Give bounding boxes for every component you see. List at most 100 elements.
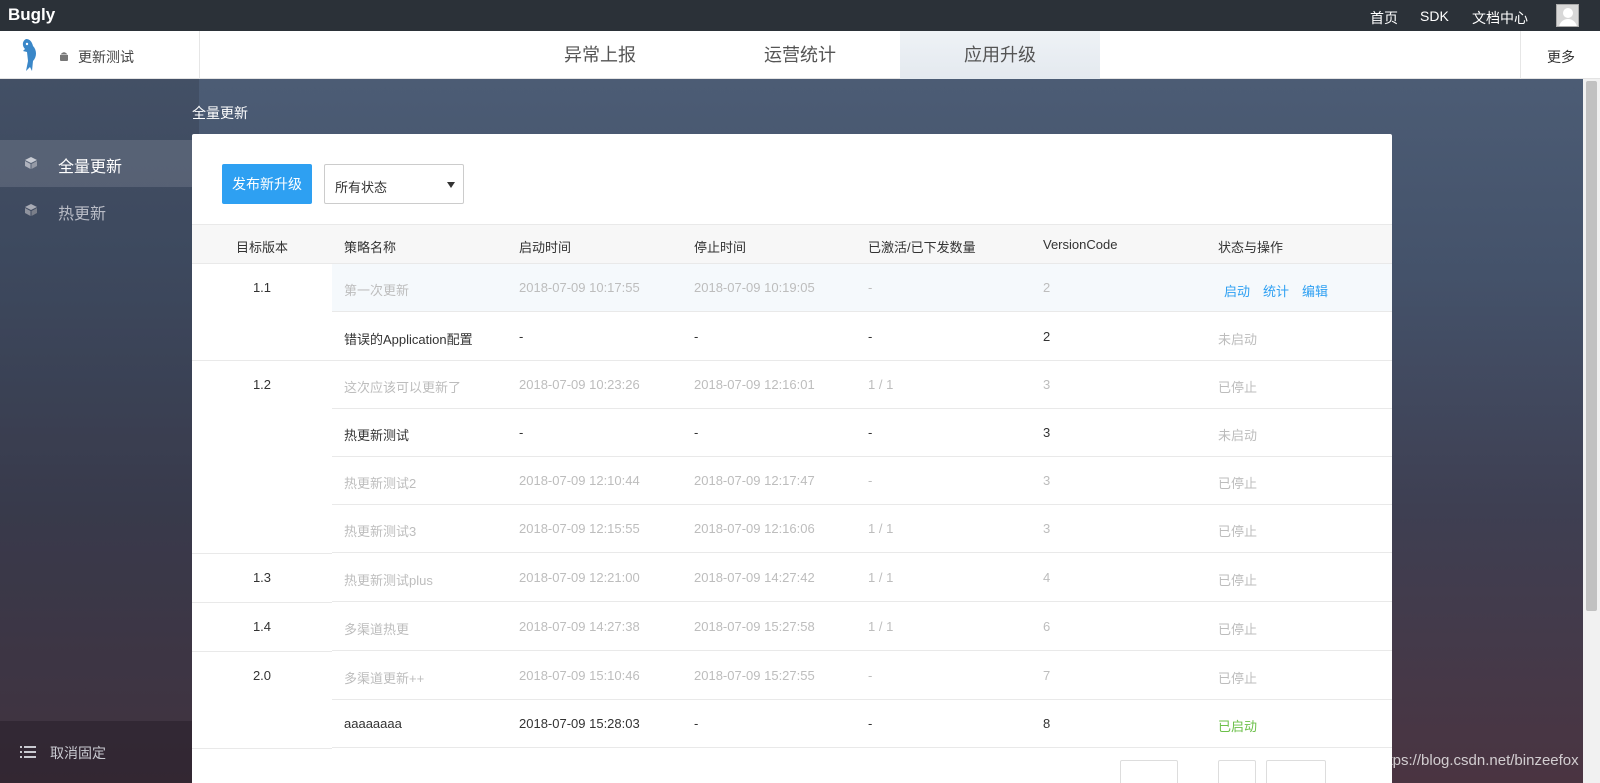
nav-docs-link[interactable]: 文档中心 xyxy=(1472,8,1528,28)
pagination-button[interactable] xyxy=(1218,760,1256,783)
table-row[interactable]: 热更新测试3 2018-07-09 12:15:55 2018-07-09 12… xyxy=(332,505,1392,553)
strategy-name: 热更新测试3 xyxy=(344,524,417,539)
activation-count: 1 / 1 xyxy=(868,570,894,585)
activation-count: - xyxy=(868,329,873,344)
sidebar-item-full-update[interactable]: 全量更新 xyxy=(0,140,199,187)
version-label: 1.1 xyxy=(252,280,272,295)
strategy-name: 热更新测试plus xyxy=(344,573,433,588)
version-code: 4 xyxy=(1043,570,1051,585)
activation-count: 1 / 1 xyxy=(868,521,894,536)
sidebar-item-hot-update[interactable]: 热更新 xyxy=(0,187,199,234)
stop-time: 2018-07-09 12:16:06 xyxy=(694,521,815,536)
strategy-name: 热更新测试2 xyxy=(344,476,417,491)
stop-time: - xyxy=(694,716,699,731)
list-icon xyxy=(20,746,36,758)
activation-count: - xyxy=(868,668,873,683)
version-code: 3 xyxy=(1043,521,1051,536)
version-code: 7 xyxy=(1043,668,1051,683)
table-row[interactable]: 多渠道更新++ 2018-07-09 15:10:46 2018-07-09 1… xyxy=(332,652,1392,700)
caret-down-icon xyxy=(447,182,455,188)
breadcrumb: 全量更新 xyxy=(192,105,248,121)
stats-link[interactable]: 统计 xyxy=(1263,281,1289,300)
header-divider xyxy=(1520,31,1521,79)
start-time: 2018-07-09 12:15:55 xyxy=(519,521,640,536)
status-filter-select[interactable]: 所有状态 xyxy=(324,164,464,204)
version-cell: 1.1 xyxy=(192,264,332,361)
start-time: 2018-07-09 15:28:03 xyxy=(519,716,640,731)
start-time: 2018-07-09 10:17:55 xyxy=(519,280,640,295)
activation-count: - xyxy=(868,473,873,488)
table-row[interactable]: aaaaaaaa 2018-07-09 15:28:03 - - 8 已启动 xyxy=(332,700,1392,748)
pagination-button[interactable] xyxy=(1120,760,1178,783)
nav-home-link[interactable]: 首页 xyxy=(1370,8,1398,28)
bugly-bird-icon[interactable] xyxy=(18,37,44,73)
status-label: 已停止 xyxy=(1218,573,1258,588)
table-row[interactable]: 热更新测试 - - - 3 未启动 xyxy=(332,409,1392,457)
activation-count: 1 / 1 xyxy=(868,619,894,634)
column-header: 启动时间 xyxy=(519,240,572,255)
version-code: 3 xyxy=(1043,425,1051,440)
app-name[interactable]: 更新测试 xyxy=(78,47,134,67)
publish-upgrade-button[interactable]: 发布新升级 xyxy=(222,164,312,204)
version-code: 2 xyxy=(1043,280,1051,295)
stop-time: 2018-07-09 15:27:55 xyxy=(694,668,815,683)
pagination-button[interactable] xyxy=(1266,760,1326,783)
edit-link[interactable]: 编辑 xyxy=(1302,281,1328,300)
version-label: 1.3 xyxy=(252,570,272,585)
tab-crash-report[interactable]: 异常上报 xyxy=(500,31,700,79)
version-cell: 1.2 xyxy=(192,361,332,554)
status-label: 未启动 xyxy=(1218,428,1258,443)
table-row[interactable]: 多渠道热更 2018-07-09 14:27:38 2018-07-09 15:… xyxy=(332,603,1392,651)
page-scrollbar[interactable] xyxy=(1583,79,1600,783)
start-time: 2018-07-09 15:10:46 xyxy=(519,668,640,683)
watermark: https://blog.csdn.net/binzeefox xyxy=(1376,752,1579,769)
tab-operation-stats[interactable]: 运营统计 xyxy=(700,31,900,79)
column-header: 目标版本 xyxy=(236,240,289,255)
status-label: 未启动 xyxy=(1218,332,1258,347)
brand-logo-text[interactable]: Bugly xyxy=(8,5,55,25)
sidebar: 全量更新 热更新 xyxy=(0,79,199,783)
activation-count: 1 / 1 xyxy=(868,377,894,392)
version-cell: 1.4 xyxy=(192,603,332,652)
strategy-name: 多渠道热更 xyxy=(344,622,410,637)
start-time: 2018-07-09 12:21:00 xyxy=(519,570,640,585)
table-row[interactable]: 热更新测试plus 2018-07-09 12:21:00 2018-07-09… xyxy=(332,554,1392,602)
scrollbar-thumb[interactable] xyxy=(1586,81,1597,611)
sidebar-item-label: 热更新 xyxy=(58,206,107,223)
version-label: 2.0 xyxy=(252,668,272,683)
strategy-name: 这次应该可以更新了 xyxy=(344,380,462,395)
more-button[interactable]: 更多 xyxy=(1547,47,1575,67)
stop-time: 2018-07-09 15:27:58 xyxy=(694,619,815,634)
table-row[interactable]: 热更新测试2 2018-07-09 12:10:44 2018-07-09 12… xyxy=(332,457,1392,505)
version-code: 3 xyxy=(1043,473,1051,488)
version-cell: 1.3 xyxy=(192,554,332,603)
column-header: 停止时间 xyxy=(694,240,747,255)
upgrade-strategy-card: 发布新升级 所有状态 目标版本 策略名称 启动时间 停止时间 已激活/已下发数量… xyxy=(192,134,1392,783)
strategy-name: 第一次更新 xyxy=(344,283,410,298)
version-label: 1.2 xyxy=(252,377,272,392)
top-bar: Bugly 首页 SDK 文档中心 xyxy=(0,0,1600,31)
sidebar-unpin-button[interactable]: 取消固定 xyxy=(0,721,199,783)
version-cell: 2.0 xyxy=(192,652,332,749)
version-code: 2 xyxy=(1043,329,1051,344)
stop-time: 2018-07-09 12:16:01 xyxy=(694,377,815,392)
tab-app-upgrade[interactable]: 应用升级 xyxy=(900,31,1100,79)
stop-time: - xyxy=(694,329,699,344)
android-icon xyxy=(60,52,68,61)
status-label: 已停止 xyxy=(1218,524,1258,539)
version-code: 3 xyxy=(1043,377,1051,392)
strategy-name: 热更新测试 xyxy=(344,428,410,443)
start-link[interactable]: 启动 xyxy=(1224,281,1250,300)
status-label: 已停止 xyxy=(1218,476,1258,491)
activation-count: - xyxy=(868,425,873,440)
table-row[interactable]: 错误的Application配置 - - - 2 未启动 xyxy=(332,313,1392,361)
avatar[interactable] xyxy=(1556,4,1579,27)
stop-time: 2018-07-09 14:27:42 xyxy=(694,570,815,585)
sidebar-unpin-label: 取消固定 xyxy=(50,745,106,761)
table-row[interactable]: 第一次更新 2018-07-09 10:17:55 2018-07-09 10:… xyxy=(332,264,1392,312)
version-code: 8 xyxy=(1043,716,1051,731)
start-time: 2018-07-09 12:10:44 xyxy=(519,473,640,488)
header-divider xyxy=(199,31,200,79)
nav-sdk-link[interactable]: SDK xyxy=(1420,8,1449,24)
table-row[interactable]: 这次应该可以更新了 2018-07-09 10:23:26 2018-07-09… xyxy=(332,361,1392,409)
